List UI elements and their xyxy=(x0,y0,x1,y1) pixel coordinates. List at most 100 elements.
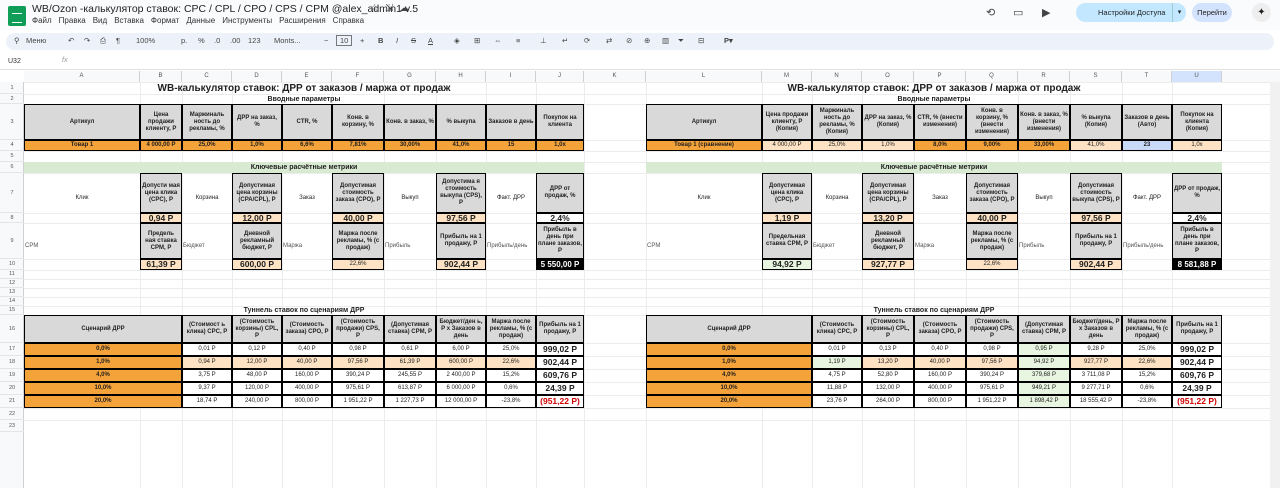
document-title[interactable]: WB/Ozon -калькулятор ставок: CPC / CPL /… xyxy=(32,3,418,15)
tunnel-value[interactable]: 1 951,22 Р xyxy=(332,395,384,408)
rotate-icon[interactable]: ⟳ xyxy=(584,36,590,45)
input-header[interactable]: Покупок на клиента xyxy=(536,104,584,140)
font-size-increase-icon[interactable]: + xyxy=(360,36,364,45)
tunnel-value[interactable]: 264,00 Р xyxy=(862,395,914,408)
zoom-select[interactable]: 100% xyxy=(136,36,155,45)
functions-icon[interactable]: Ρ▾ xyxy=(724,36,733,45)
row-header[interactable]: 15 xyxy=(0,306,24,315)
borders-icon[interactable]: ⊞ xyxy=(474,36,480,45)
metric-header[interactable]: Допустимая стоимость заказа (CPO), Р xyxy=(966,173,1018,213)
tunnel-value[interactable]: 613,87 Р xyxy=(384,382,436,395)
metric-label[interactable]: CPM xyxy=(24,223,140,270)
tunnel-value[interactable]: 3 711,08 Р xyxy=(1070,369,1122,382)
metric-value[interactable]: 927,77 Р xyxy=(862,259,914,270)
chevron-down-icon[interactable]: ▾ xyxy=(1172,3,1186,22)
text-color-icon[interactable]: A xyxy=(428,36,433,45)
tunnel-value[interactable]: 15,2% xyxy=(1122,369,1172,382)
tunnel-value[interactable]: 3,75 Р xyxy=(182,369,232,382)
metric-label[interactable]: Клик xyxy=(24,173,140,223)
insert-comment-icon[interactable]: ⊕ xyxy=(644,36,650,45)
column-header-p[interactable]: P xyxy=(914,71,966,82)
menu-search[interactable]: Меню xyxy=(26,36,46,45)
tunnel-value[interactable]: 0,12 Р xyxy=(232,343,282,356)
move-icon[interactable]: ⇲ xyxy=(385,3,399,14)
column-header-q[interactable]: Q xyxy=(966,71,1018,82)
tunnel-header[interactable]: (Стоимость продажи) CPS, Р xyxy=(966,315,1018,343)
column-header-h[interactable]: H xyxy=(436,71,486,82)
filter-icon[interactable]: ⏷ xyxy=(678,36,684,46)
wrap-icon[interactable]: ↵ xyxy=(562,36,568,45)
bold-icon[interactable]: B xyxy=(378,36,383,45)
tunnel-value[interactable]: 6 000,00 Р xyxy=(436,382,486,395)
tunnel-value[interactable]: 1 898,42 Р xyxy=(1018,395,1070,408)
row-header[interactable]: 20 xyxy=(0,382,24,395)
cloud-icon[interactable]: ☁ xyxy=(399,3,415,14)
input-value[interactable]: 1,0% xyxy=(862,140,914,151)
metric-value[interactable]: 97,56 Р xyxy=(1070,213,1122,223)
tunnel-header[interactable]: (Стоимост ь клика) CPC, Р xyxy=(182,315,232,343)
column-header-g[interactable]: G xyxy=(384,71,436,82)
input-value[interactable]: 4 000,00 Р xyxy=(140,140,182,151)
input-header[interactable]: Заказов в день (Авто) xyxy=(1122,104,1172,140)
tunnel-value[interactable]: 999,02 Р xyxy=(1172,343,1222,356)
input-value[interactable]: 1,0x xyxy=(536,140,584,151)
tunnel-value[interactable]: 0,98 Р xyxy=(966,343,1018,356)
tunnel-value[interactable]: 13,20 Р xyxy=(862,356,914,369)
tunnel-header[interactable]: Прибыль на 1 продажу, Р xyxy=(536,315,584,343)
tunnel-value[interactable]: 902,44 Р xyxy=(536,356,584,369)
tunnel-value[interactable]: 245,55 Р xyxy=(384,369,436,382)
star-icon[interactable]: ☆ xyxy=(370,3,385,14)
metric-value[interactable]: 1,19 Р xyxy=(762,213,812,223)
input-header[interactable]: % выкупа xyxy=(436,104,486,140)
tunnel-value[interactable]: -23,8% xyxy=(1122,395,1172,408)
fill-color-icon[interactable]: ◈ xyxy=(454,36,460,45)
tunnel-value[interactable]: 12,00 Р xyxy=(232,356,282,369)
input-value[interactable]: Товар 1 xyxy=(24,140,140,151)
metric-header[interactable]: Допустимая цена корзины (CPA/CPL), Р xyxy=(232,173,282,213)
tunnel-value[interactable]: 160,00 Р xyxy=(914,369,966,382)
tunnel-header[interactable]: (Стоимость заказа) CPO, Р xyxy=(282,315,332,343)
tunnel-value[interactable]: 18,74 Р xyxy=(182,395,232,408)
row-header[interactable]: 7 xyxy=(0,173,24,213)
tunnel-header[interactable]: Сценарий ДРР xyxy=(24,315,182,343)
column-header-s[interactable]: S xyxy=(1070,71,1122,82)
tunnel-value[interactable]: (951,22 Р) xyxy=(1172,395,1222,408)
undo-icon[interactable]: ↶ xyxy=(68,36,74,45)
input-value[interactable]: 25,0% xyxy=(812,140,862,151)
strikethrough-icon[interactable]: S xyxy=(411,36,416,45)
increase-decimal[interactable]: .00 xyxy=(230,36,240,45)
tunnel-value[interactable]: 2 400,00 Р xyxy=(436,369,486,382)
metric-value[interactable]: 97,56 Р xyxy=(436,213,486,223)
menu-item[interactable]: Правка xyxy=(59,16,86,25)
input-value[interactable]: 23 xyxy=(1122,140,1172,151)
tunnel-value[interactable]: 1,19 Р xyxy=(812,356,862,369)
valign-icon[interactable]: ⊥ xyxy=(540,36,547,45)
scenario-drr[interactable]: 1,0% xyxy=(646,356,812,369)
scenario-drr[interactable]: 4,0% xyxy=(646,369,812,382)
video-icon[interactable]: ▶ xyxy=(1042,6,1050,19)
tunnel-value[interactable]: 24,39 Р xyxy=(536,382,584,395)
tunnel-value[interactable]: 927,77 Р xyxy=(1070,356,1122,369)
tunnel-value[interactable]: -23,8% xyxy=(486,395,536,408)
metric-value[interactable]: 40,00 Р xyxy=(966,213,1018,223)
metric-value[interactable]: 902,44 Р xyxy=(436,259,486,270)
tunnel-header[interactable]: (Стоимость корзины) CPL, Р xyxy=(862,315,914,343)
scenario-drr[interactable]: 20,0% xyxy=(646,395,812,408)
go-button[interactable]: Перейти xyxy=(1192,3,1232,22)
tunnel-header[interactable]: (Допустимая ставка) CPM, Р xyxy=(384,315,436,343)
input-header[interactable]: % выкупа (Копия) xyxy=(1070,104,1122,140)
tunnel-value[interactable]: 999,02 Р xyxy=(536,343,584,356)
metric-header[interactable]: Предель ная ставка CPM, Р xyxy=(140,223,182,259)
row-header[interactable]: 3 xyxy=(0,104,24,140)
input-header[interactable]: Заказов в день xyxy=(486,104,536,140)
column-header-i[interactable]: I xyxy=(486,71,536,82)
metric-header[interactable]: ДРР от продаж, % xyxy=(536,173,584,213)
tunnel-header[interactable]: (Стоимость заказа) CPO, Р xyxy=(914,315,966,343)
metric-label[interactable]: Бюджет xyxy=(182,223,232,270)
input-header[interactable]: ДРР на заказ, % (Копия) xyxy=(862,104,914,140)
input-value[interactable]: 6,6% xyxy=(282,140,332,151)
column-header-m[interactable]: M xyxy=(762,71,812,82)
metric-label[interactable]: Факт. ДРР xyxy=(486,173,536,223)
tunnel-value[interactable]: 40,00 Р xyxy=(914,356,966,369)
tunnel-value[interactable]: 0,40 Р xyxy=(282,343,332,356)
